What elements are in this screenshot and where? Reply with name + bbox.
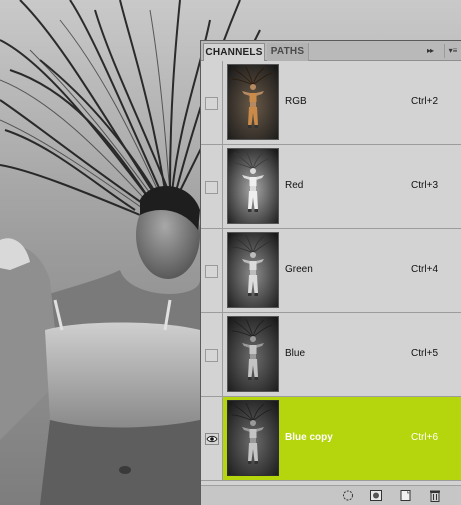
collapse-panel-button[interactable]: ▸▸	[423, 45, 437, 57]
channels-panel: CHANNELS PATHS ▸▸ ▾≡ RGB Ctrl+2 Red Ctrl+3 G…	[200, 40, 461, 505]
visibility-checkbox[interactable]	[205, 181, 218, 194]
panel-toolbar	[201, 485, 461, 505]
channel-name: Red	[285, 180, 304, 191]
channel-thumbnail	[227, 148, 279, 224]
tab-channels[interactable]: CHANNELS	[203, 43, 265, 62]
visibility-checkbox[interactable]	[205, 97, 218, 110]
visibility-checkbox[interactable]	[205, 349, 218, 362]
channel-shortcut: Ctrl+2	[411, 96, 438, 107]
trash-icon[interactable]	[428, 489, 442, 502]
visibility-toggle[interactable]	[201, 145, 223, 228]
channel-thumbnail	[227, 400, 279, 476]
channel-name: Blue copy	[285, 432, 333, 443]
save-selection-icon[interactable]	[369, 489, 383, 502]
channel-shortcut: Ctrl+3	[411, 180, 438, 191]
visibility-toggle[interactable]	[201, 397, 223, 480]
panel-tab-bar: CHANNELS PATHS ▸▸ ▾≡	[201, 41, 461, 62]
channel-thumbnail	[227, 316, 279, 392]
channel-thumbnail	[227, 232, 279, 308]
eye-icon[interactable]	[205, 433, 219, 445]
channel-row-red[interactable]: Red Ctrl+3	[201, 145, 461, 229]
channel-name: Green	[285, 264, 313, 275]
workspace: CHANNELS PATHS ▸▸ ▾≡ RGB Ctrl+2 Red Ctrl+3 G…	[0, 0, 461, 505]
new-channel-icon[interactable]	[399, 489, 413, 502]
visibility-toggle[interactable]	[201, 313, 223, 396]
channel-name: Blue	[285, 348, 306, 359]
channel-row-blue-copy[interactable]: Blue copy Ctrl+6	[201, 397, 461, 481]
panel-menu-button[interactable]: ▾≡	[444, 44, 461, 58]
channel-thumbnail	[227, 64, 279, 140]
channel-row-rgb[interactable]: RGB Ctrl+2	[201, 61, 461, 145]
load-selection-icon[interactable]	[341, 489, 355, 502]
channel-name: RGB	[285, 96, 307, 107]
channel-shortcut: Ctrl+5	[411, 348, 438, 359]
tab-paths[interactable]: PATHS	[267, 43, 309, 61]
channel-shortcut: Ctrl+4	[411, 264, 438, 275]
visibility-checkbox[interactable]	[205, 265, 218, 278]
channel-shortcut: Ctrl+6	[411, 432, 438, 443]
visibility-toggle[interactable]	[201, 61, 223, 144]
channel-list: RGB Ctrl+2 Red Ctrl+3 Green Ctrl+4 Blue Ctrl+5 B…	[201, 61, 461, 481]
channel-row-green[interactable]: Green Ctrl+4	[201, 229, 461, 313]
visibility-toggle[interactable]	[201, 229, 223, 312]
channel-row-blue[interactable]: Blue Ctrl+5	[201, 313, 461, 397]
